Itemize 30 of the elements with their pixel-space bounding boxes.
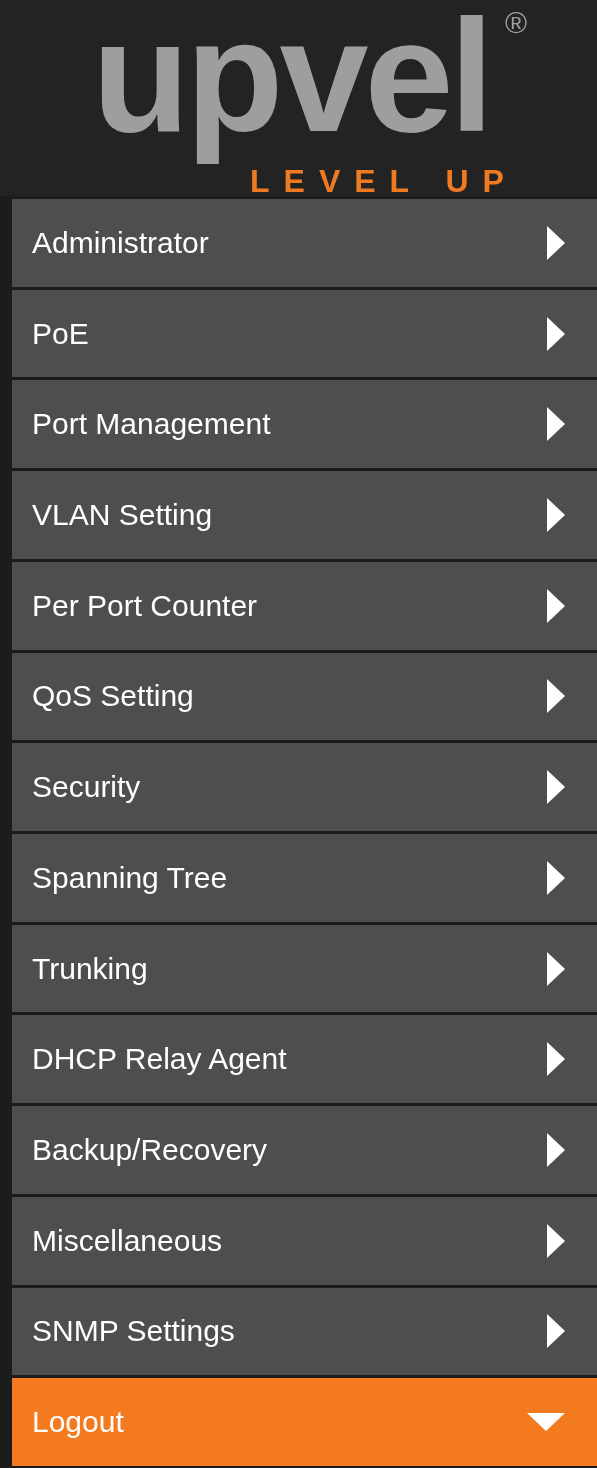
caret-right-icon <box>547 1133 565 1168</box>
logo-wordmark: upvel <box>92 0 490 166</box>
caret-right-icon <box>547 407 565 442</box>
menu-item[interactable]: SNMP Settings <box>12 1287 597 1376</box>
menu-item[interactable]: DHCP Relay Agent <box>12 1015 597 1104</box>
caret-right-icon <box>547 225 565 260</box>
menu-item[interactable]: Backup/Recovery <box>12 1106 597 1194</box>
caret-right-icon <box>547 1314 565 1349</box>
caret-right-icon <box>547 588 565 623</box>
caret-right-icon <box>547 498 565 532</box>
menu-item[interactable]: Administrator <box>12 199 597 287</box>
caret-right-icon <box>547 679 565 714</box>
caret-right-icon <box>547 1042 565 1077</box>
menu-item[interactable]: VLAN Setting <box>12 471 597 559</box>
caret-right-icon <box>547 316 565 351</box>
menu-item[interactable]: QoS Setting <box>12 652 597 741</box>
logo-tagline: LEVEL UP <box>250 165 518 197</box>
caret-right-icon <box>547 1223 565 1258</box>
menu-item[interactable]: Port Management <box>12 380 597 469</box>
menu-item[interactable]: Per Port Counter <box>12 561 597 650</box>
registered-mark: ® <box>505 8 528 38</box>
menu-item[interactable]: Trunking <box>12 924 597 1013</box>
caret-down-icon <box>527 1413 565 1432</box>
menu-item[interactable]: Spanning Tree <box>12 834 597 922</box>
caret-right-icon <box>547 770 565 805</box>
menu-item[interactable]: Miscellaneous <box>12 1196 597 1285</box>
menu-item[interactable]: Security <box>12 743 597 832</box>
caret-right-icon <box>547 951 565 986</box>
menu-item[interactable]: PoE <box>12 289 597 378</box>
caret-right-icon <box>547 860 565 895</box>
